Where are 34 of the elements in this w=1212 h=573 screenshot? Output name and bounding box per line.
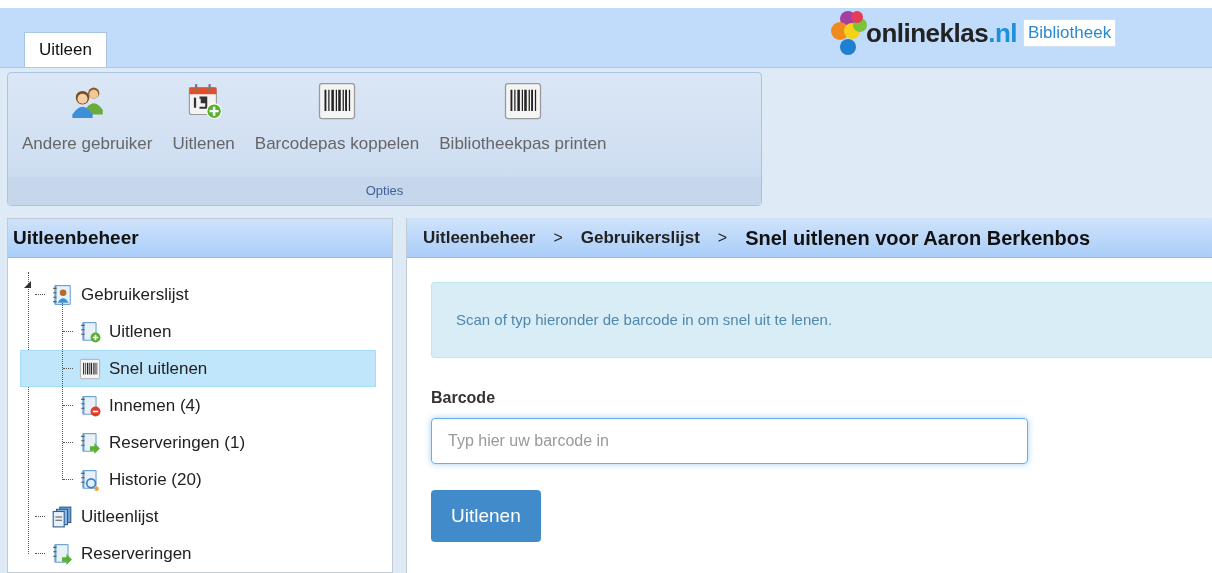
ribbon-tab[interactable]: Uitleen xyxy=(24,32,107,67)
breadcrumb-separator: > xyxy=(717,227,728,248)
expanded-arrow-icon xyxy=(24,281,31,288)
tree-item[interactable]: Snel uitlenen xyxy=(20,350,376,387)
panel-title: Uitleenbeheer xyxy=(13,225,139,250)
tree-item[interactable]: Historie (20) xyxy=(20,461,376,498)
ribbon-button[interactable]: Barcodepas koppelen xyxy=(248,79,426,157)
stacked-notebooks-icon xyxy=(51,505,73,528)
tree-item[interactable]: Gebruikerslijst xyxy=(20,276,376,313)
field-label: Barcode xyxy=(431,388,497,408)
notebook-arrow-icon xyxy=(79,431,101,454)
logo-tag: Bibliotheek xyxy=(1023,19,1117,47)
notebook-arrow-icon xyxy=(51,542,73,565)
breadcrumb-link[interactable]: Uitleenbeheer xyxy=(423,224,536,251)
barcode-icon xyxy=(79,357,101,380)
tree-item[interactable]: Reserveringen xyxy=(20,535,376,572)
tree-item[interactable]: Reserveringen (1) xyxy=(20,424,376,461)
info-text: Scan of typ hieronder de barcode in om snel uit te lenen. xyxy=(456,309,833,330)
tree-item[interactable]: Uitleenlijst xyxy=(20,498,376,535)
barcode-field[interactable]: Typ hier uw barcode in xyxy=(431,418,1028,464)
notebook-plus-icon xyxy=(79,320,101,343)
ribbon-button[interactable]: Andere gebruiker xyxy=(16,79,159,157)
tree-item[interactable]: Uitlenen xyxy=(20,313,376,350)
tree-item[interactable]: Innemen (4) xyxy=(20,387,376,424)
notebook-magnifier-icon xyxy=(79,468,101,491)
ribbon-button[interactable]: Uitlenen xyxy=(166,79,241,157)
breadcrumb-separator: > xyxy=(553,227,563,248)
logo-text: onlineklas.nl xyxy=(866,16,1017,50)
page-title: Snel uitlenen voor Aaron Berkenbos xyxy=(745,225,1091,251)
group-label: Opties xyxy=(365,182,404,201)
breadcrumb-link[interactable]: Gebruikerslijst xyxy=(580,224,700,251)
notebook-minus-icon xyxy=(79,394,101,417)
lend-button[interactable]: Uitlenen xyxy=(431,490,541,542)
ribbon-button[interactable]: Bibliotheekpas printen xyxy=(433,79,613,157)
